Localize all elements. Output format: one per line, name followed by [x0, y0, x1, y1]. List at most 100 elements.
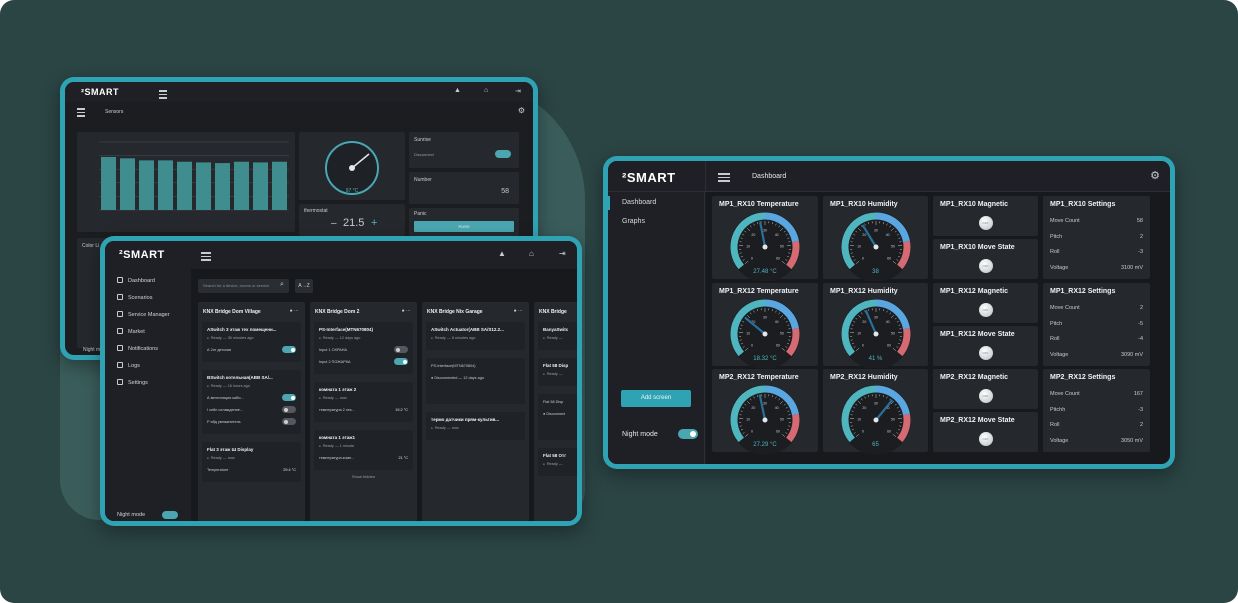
nav-label: Market	[128, 329, 145, 335]
night-mode-label: Night mode	[117, 512, 146, 518]
bell-icon[interactable]: ▲	[454, 87, 461, 94]
cart-icon	[117, 328, 123, 334]
card-title: MP2_RX12 Magnetic	[940, 374, 1009, 381]
gauge-tick-label: 30	[763, 402, 767, 406]
sort-button[interactable]: A→Z	[295, 279, 313, 293]
menu-icon[interactable]	[159, 90, 167, 99]
row-toggle[interactable]	[394, 358, 408, 365]
bar	[177, 161, 192, 210]
device-status: Ready — 12 days ago	[319, 336, 361, 340]
search-icon[interactable]: ⌕	[280, 281, 284, 289]
bar	[196, 162, 211, 210]
gauge-tick-label: 50	[780, 332, 784, 336]
settings-row: Pitchh -3	[1050, 407, 1143, 413]
nav-settings[interactable]: Settings	[117, 379, 148, 386]
dashboard-sidebar: Dashboard Graphs Add screen Night mode	[608, 192, 705, 464]
device-card[interactable]: BanyaSwitc Ready —	[538, 322, 577, 350]
nav-dashboard[interactable]: Dashboard	[117, 277, 155, 284]
row-label: P ябд увлажнитель	[207, 420, 241, 424]
device-card[interactable]: BSwitch котельная(ABB SA/... Ready — 16 h…	[202, 370, 301, 434]
device-row: Input 1 ОХРАНА	[319, 346, 408, 353]
nav-notifications[interactable]: Notifications	[117, 345, 158, 352]
off-button[interactable]: OFF	[978, 346, 993, 360]
settings-label: Pitchh	[1050, 406, 1066, 413]
gauge-tick-label: 0	[751, 343, 753, 347]
tablet-devices: ²SMART ▲ ⌂ ⇥ Dashboard Scenarios Service…	[100, 236, 582, 526]
row-toggle[interactable]	[282, 394, 296, 401]
device-card[interactable]: PS-Interface(MTN670804) Ready — 12 days a…	[314, 322, 413, 374]
settings-row: Move Count 58	[1050, 218, 1143, 224]
antenna-icon[interactable]: ⌂	[529, 249, 534, 258]
off-button[interactable]: OFF	[978, 303, 993, 317]
device-column: KNX Bridge Dom 2 ● ⋯ PS-Interface(MTN67080…	[310, 302, 417, 521]
device-card[interactable]: Flat 58 Отг Ready —	[538, 448, 577, 476]
add-screen-button[interactable]: Add screen	[621, 390, 691, 407]
device-card[interactable]: Flat 58 Disp ● Disconnect	[538, 394, 577, 440]
device-card[interactable]: PS-Interface(MTN670804) ● Disconnected — …	[426, 358, 525, 404]
gauge-tick-label: 0	[751, 429, 753, 433]
device-title: комната 1 этаж 2	[319, 387, 357, 392]
nav-scenarios[interactable]: Scenarios	[117, 294, 152, 301]
search-input[interactable]: Search for a device, rooms or service	[198, 279, 289, 293]
logout-icon[interactable]: ⇥	[559, 249, 566, 258]
nav-graphs[interactable]: Graphs	[622, 218, 645, 225]
off-button[interactable]: OFF	[978, 432, 993, 446]
more-icon[interactable]: ● ⋯	[514, 308, 523, 314]
device-card[interactable]: комната 1 этаж 2 Ready — now температура 2…	[314, 382, 413, 422]
off-button[interactable]: OFF	[978, 216, 993, 230]
row-toggle[interactable]	[282, 406, 296, 413]
nav-market[interactable]: Market	[117, 328, 145, 335]
nav-label: Logs	[128, 363, 140, 369]
night-mode-toggle[interactable]	[678, 429, 698, 439]
gauge-tick-label: 20	[862, 233, 866, 237]
gear-icon[interactable]: ⚙	[518, 106, 525, 115]
off-button[interactable]: OFF	[978, 259, 993, 273]
push-button[interactable]: PUSH	[414, 221, 514, 232]
sensors-subheader: Sensors ⚙	[65, 102, 533, 122]
bell-icon[interactable]: ▲	[498, 249, 506, 258]
card-title: MP2_RX12 Temperature	[719, 374, 799, 381]
settings-label: Move Count	[1050, 305, 1080, 311]
gauge-tick-label: 50	[891, 418, 895, 422]
gauge-tick-label: 10	[746, 418, 750, 422]
humidity-card: MP1_RX10 Humidity 0 10 20 30 40 50 60 38	[823, 196, 928, 281]
magnetic-card: MP2_RX12 Magnetic OFF	[933, 369, 1038, 409]
gauge-value: 41 %	[868, 356, 883, 362]
device-card[interactable]: комната 1 этаж1 Ready — 1 minute температу…	[314, 430, 413, 470]
device-card[interactable]: Flat 3 этаж Ш Display Ready — now Temperat…	[202, 442, 301, 482]
gauge-tick-label: 10	[857, 332, 861, 336]
row-toggle[interactable]	[394, 346, 408, 353]
nav-dashboard[interactable]: Dashboard	[622, 199, 656, 206]
row-toggle[interactable]	[282, 346, 296, 353]
device-card[interactable]: ASwitch Actuator(ABB SA/S12.2... Ready — …	[426, 322, 525, 350]
settings-row: Voltage 3050 mV	[1050, 438, 1143, 444]
logout-icon[interactable]: ⇥	[515, 87, 521, 95]
gear-icon[interactable]: ⚙	[1150, 169, 1160, 182]
night-mode-toggle[interactable]	[162, 511, 178, 519]
device-card[interactable]: термо датчики прям-культив... Ready — now	[426, 412, 525, 440]
device-card[interactable]: Flat 58 Disp Ready —	[538, 358, 577, 386]
nav-service-manager[interactable]: Service Manager	[117, 311, 170, 318]
menu-icon[interactable]	[718, 173, 730, 182]
menu-icon[interactable]	[201, 252, 211, 261]
thermostat-plus[interactable]: +	[371, 217, 377, 229]
gauge-tick-label: 40	[775, 233, 779, 237]
row-toggle[interactable]	[282, 418, 296, 425]
sunrise-toggle[interactable]	[495, 150, 511, 158]
nav-logs[interactable]: Logs	[117, 362, 140, 369]
sub-menu-icon[interactable]	[77, 108, 85, 117]
gauge-tick-label: 60	[887, 343, 891, 347]
antenna-icon[interactable]: ⌂	[484, 87, 488, 94]
device-status: Ready — 30 minutes ago	[207, 336, 254, 340]
more-icon[interactable]: ● ⋯	[290, 308, 299, 314]
bar	[101, 156, 116, 210]
thermostat-minus[interactable]: –	[331, 218, 337, 229]
off-button[interactable]: OFF	[978, 389, 993, 403]
show-hidden-button[interactable]: Show hidden	[310, 474, 417, 479]
gauge-tick-label: 40	[775, 320, 779, 324]
device-row: Temperature 29.4 °C	[207, 468, 296, 472]
device-card[interactable]: ASwitch 3 этаж тех помещени... Ready — 30…	[202, 322, 301, 362]
more-icon[interactable]: ● ⋯	[402, 308, 411, 314]
bar	[120, 158, 135, 210]
settings-label: Move Count	[1050, 218, 1080, 224]
